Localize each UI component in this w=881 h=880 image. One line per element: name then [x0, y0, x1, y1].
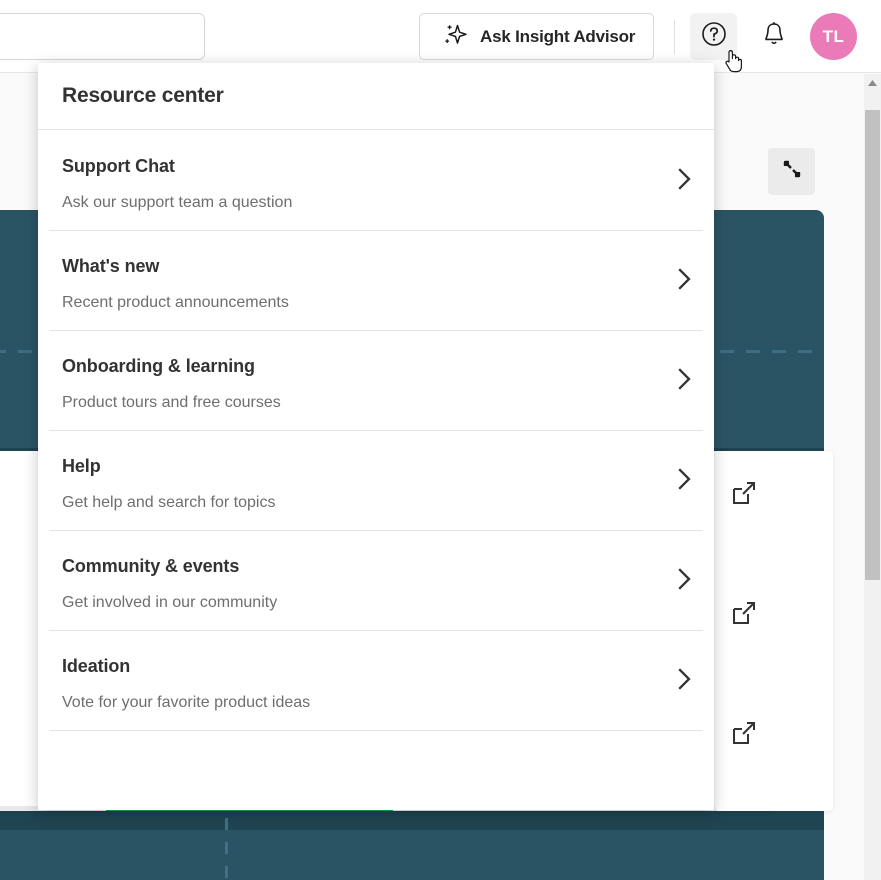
avatar-initials: TL [822, 26, 845, 46]
sparkle-icon [443, 21, 469, 52]
chevron-right-icon [674, 666, 696, 692]
resource-item-subtitle: Product tours and free courses [62, 394, 281, 411]
resource-item-onboarding-learning[interactable]: Onboarding & learning Product tours and … [38, 330, 714, 430]
resource-item-community-events[interactable]: Community & events Get involved in our c… [38, 530, 714, 630]
page-title: Resource center [62, 84, 224, 107]
list-divider [49, 230, 703, 231]
ask-insight-advisor-button[interactable]: Ask Insight Advisor [419, 13, 654, 60]
chevron-right-icon [674, 166, 696, 192]
resource-item-title: Onboarding & learning [62, 356, 255, 376]
resource-item-subtitle: Get involved in our community [62, 594, 278, 611]
list-divider [49, 730, 703, 731]
resource-center-header: Resource center [38, 63, 714, 130]
search-input[interactable] [0, 14, 204, 59]
user-avatar[interactable]: TL [810, 13, 857, 60]
scrollbar-thumb[interactable] [865, 110, 880, 580]
quick-link-item[interactable] [731, 720, 831, 748]
resource-center-panel: Resource center Support Chat Ask our sup… [38, 63, 714, 810]
notifications-button[interactable] [750, 13, 797, 60]
resource-item-title: Ideation [62, 656, 131, 676]
external-link-icon [731, 482, 757, 510]
resource-item-whats-new[interactable]: What's new Recent product announcements [38, 230, 714, 330]
resource-item-ideation[interactable]: Ideation Vote for your favorite product … [38, 630, 714, 730]
resource-item-support-chat[interactable]: Support Chat Ask our support team a ques… [38, 130, 714, 230]
chevron-right-icon [674, 566, 696, 592]
list-divider [49, 530, 703, 531]
page-scrollbar[interactable] [864, 74, 881, 880]
resource-item-title: Help [62, 456, 101, 476]
quick-links-card: ue [715, 451, 833, 811]
list-divider [49, 330, 703, 331]
resource-item-subtitle: Get help and search for topics [62, 494, 276, 511]
resource-item-title: What's new [62, 256, 160, 276]
external-link-icon [731, 722, 757, 750]
quick-link-item[interactable] [731, 480, 831, 508]
toolbar-divider [674, 20, 675, 54]
quick-link-item[interactable] [731, 600, 831, 628]
chevron-right-icon [674, 466, 696, 492]
collapse-arrows-icon [782, 159, 802, 184]
ask-insight-advisor-label: Ask Insight Advisor [480, 26, 636, 46]
help-circle-icon [700, 20, 728, 53]
search-box[interactable] [0, 13, 205, 60]
resource-item-subtitle: Vote for your favorite product ideas [62, 694, 311, 711]
resource-item-subtitle: Recent product announcements [62, 294, 289, 311]
resource-item-title: Community & events [62, 556, 240, 576]
external-link-icon [731, 602, 757, 630]
list-divider [49, 630, 703, 631]
chevron-right-icon [674, 266, 696, 292]
resource-center-list: Support Chat Ask our support team a ques… [38, 130, 714, 730]
application-window: lcome [0, 0, 881, 880]
resource-item-subtitle: Ask our support team a question [62, 194, 293, 211]
list-divider [49, 430, 703, 431]
triangle-up-icon [867, 74, 878, 92]
help-button[interactable] [690, 13, 737, 60]
resource-center-footer [38, 730, 714, 810]
chevron-right-icon [674, 366, 696, 392]
collapse-button[interactable] [768, 148, 815, 195]
scrollbar-up-button[interactable] [864, 74, 881, 91]
resource-item-help[interactable]: Help Get help and search for topics [38, 430, 714, 530]
resource-item-title: Support Chat [62, 156, 175, 176]
bell-icon [761, 20, 787, 53]
